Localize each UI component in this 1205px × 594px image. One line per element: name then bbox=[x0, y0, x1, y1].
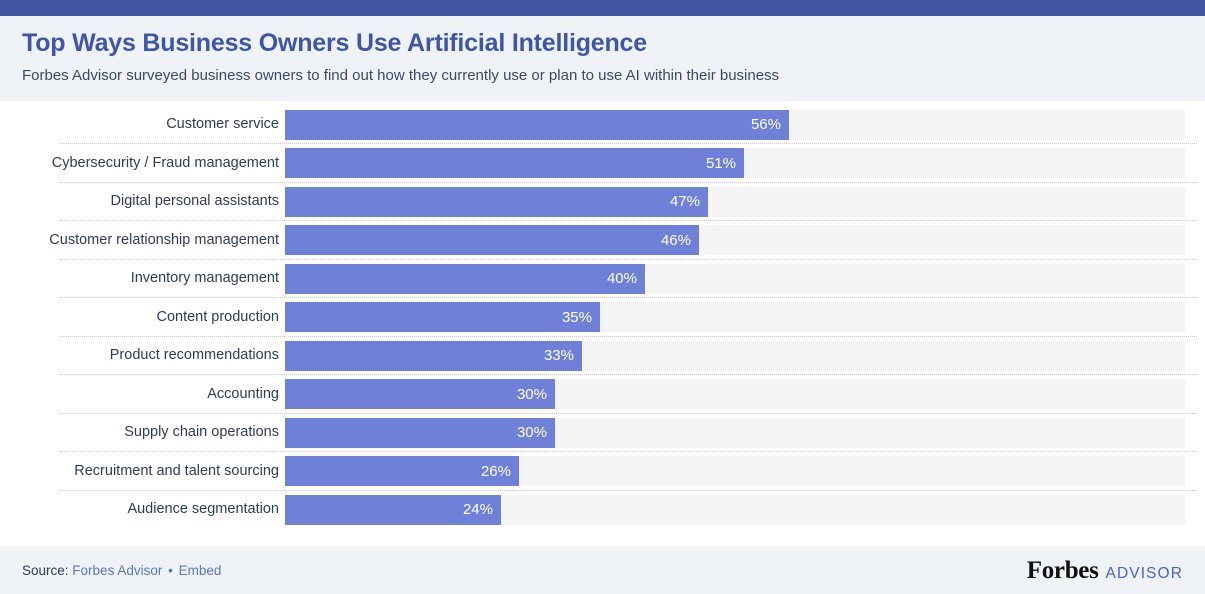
bar-fill[interactable]: 30% bbox=[285, 417, 555, 448]
bar-row: Inventory management 40% bbox=[0, 263, 1205, 298]
bar-row: Customer service 56% bbox=[0, 109, 1205, 144]
bar-row: Customer relationship management 46% bbox=[0, 225, 1205, 260]
brand-advisor-wordmark: ADVISOR bbox=[1105, 564, 1183, 582]
bar-track: 40% bbox=[285, 263, 1185, 294]
chart-header: Top Ways Business Owners Use Artificial … bbox=[0, 16, 1205, 101]
bar-row: Cybersecurity / Fraud management 51% bbox=[0, 148, 1205, 183]
bar-category-label: Customer service bbox=[166, 116, 279, 133]
bar-value-label: 56% bbox=[750, 116, 781, 133]
bar-fill[interactable]: 51% bbox=[285, 148, 744, 178]
bar-track: 56% bbox=[285, 109, 1185, 140]
bar-value-label: 35% bbox=[561, 308, 592, 326]
bar-value-label: 46% bbox=[660, 231, 691, 249]
bar-chart-plot-area: Customer service 56% Cybersecurity / Fraud… bbox=[0, 100, 1205, 546]
bar-value-label: 26% bbox=[480, 462, 511, 480]
bar-track: 26% bbox=[285, 456, 1185, 486]
source-separator: • bbox=[168, 562, 173, 578]
embed-link[interactable]: Embed bbox=[179, 563, 222, 578]
bar-track: 30% bbox=[285, 379, 1185, 409]
bar-category-label: Inventory management bbox=[130, 270, 279, 287]
bar-value-label: 51% bbox=[705, 154, 736, 172]
bar-row: Audience segmentation 24% bbox=[0, 494, 1205, 525]
bar-category-label: Accounting bbox=[207, 385, 279, 402]
bar-fill[interactable]: 35% bbox=[285, 302, 600, 332]
bar-track: 30% bbox=[285, 417, 1185, 448]
bar-fill[interactable]: 47% bbox=[285, 186, 708, 217]
source-note: Source: Forbes Advisor • Embed bbox=[22, 563, 221, 578]
bar-row: Digital personal assistants 47% bbox=[0, 186, 1205, 221]
forbes-advisor-logo: Forbes ADVISOR bbox=[1027, 558, 1183, 583]
bar-category-label: Content production bbox=[156, 308, 279, 325]
bar-fill[interactable]: 40% bbox=[285, 263, 645, 294]
source-prefix-label: Source: bbox=[22, 562, 69, 578]
bar-fill[interactable]: 24% bbox=[285, 494, 501, 525]
bar-value-label: 24% bbox=[462, 501, 493, 518]
bar-fill[interactable]: 56% bbox=[285, 109, 789, 140]
bar-category-label: Supply chain operations bbox=[124, 424, 279, 441]
bar-category-label: Recruitment and talent sourcing bbox=[74, 462, 279, 479]
bar-value-label: 30% bbox=[516, 424, 547, 441]
bar-fill[interactable]: 33% bbox=[285, 340, 582, 371]
brand-forbes-wordmark: Forbes bbox=[1026, 556, 1099, 584]
bar-fill[interactable]: 46% bbox=[285, 225, 699, 255]
bar-row: Accounting 30% bbox=[0, 379, 1205, 414]
top-accent-bar bbox=[0, 0, 1205, 16]
bar-track: 51% bbox=[285, 148, 1185, 178]
bar-value-label: 30% bbox=[516, 385, 547, 403]
bar-category-label: Audience segmentation bbox=[127, 501, 279, 518]
bar-track: 35% bbox=[285, 302, 1185, 332]
bar-category-label: Digital personal assistants bbox=[110, 193, 279, 210]
bar-category-label: Cybersecurity / Fraud management bbox=[51, 154, 279, 171]
bar-row: Content production 35% bbox=[0, 302, 1205, 337]
bar-value-label: 47% bbox=[669, 193, 700, 210]
bar-row: Supply chain operations 30% bbox=[0, 417, 1205, 452]
bar-track: 47% bbox=[285, 186, 1185, 217]
source-link[interactable]: Forbes Advisor bbox=[72, 563, 162, 578]
bar-fill[interactable]: 30% bbox=[285, 379, 555, 409]
chart-subtitle: Forbes Advisor surveyed business owners … bbox=[22, 66, 780, 84]
bar-category-label: Product recommendations bbox=[109, 347, 279, 364]
bar-category-label: Customer relationship management bbox=[49, 231, 279, 248]
bar-row: Product recommendations 33% bbox=[0, 340, 1205, 375]
page-title: Top Ways Business Owners Use Artificial … bbox=[22, 29, 647, 57]
bar-track: 46% bbox=[285, 225, 1185, 255]
infographic-chart-card: Top Ways Business Owners Use Artificial … bbox=[0, 0, 1205, 594]
bar-fill[interactable]: 26% bbox=[285, 456, 519, 486]
bar-track: 33% bbox=[285, 340, 1185, 371]
bar-row: Recruitment and talent sourcing 26% bbox=[0, 456, 1205, 491]
bar-value-label: 33% bbox=[543, 347, 574, 364]
bar-value-label: 40% bbox=[606, 270, 637, 287]
bar-track: 24% bbox=[285, 494, 1185, 525]
chart-footer: Source: Forbes Advisor • Embed Forbes AD… bbox=[0, 546, 1205, 594]
